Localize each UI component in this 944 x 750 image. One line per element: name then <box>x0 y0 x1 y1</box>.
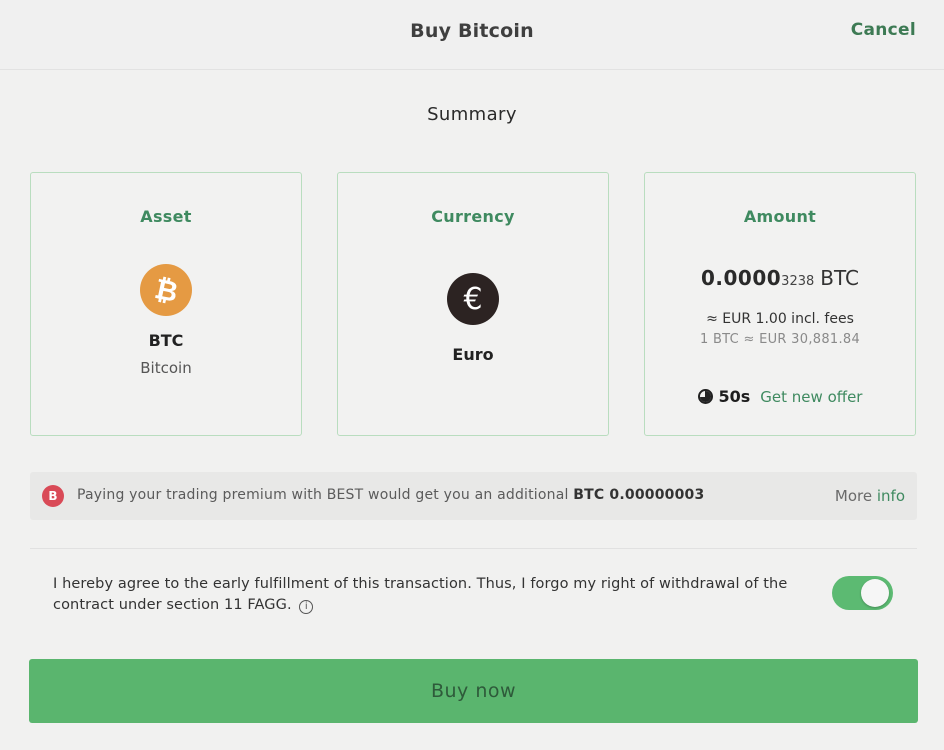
asset-name: Bitcoin <box>140 359 192 377</box>
currency-card: Currency € Euro <box>337 172 609 436</box>
best-token-glyph: B <box>48 489 58 503</box>
bitcoin-glyph: ₿ <box>151 271 181 309</box>
withdrawal-agreement-text: I hereby agree to the early fulfillment … <box>53 574 813 616</box>
bitcoin-icon: ₿ <box>140 264 192 316</box>
asset-card-label: Asset <box>140 207 192 226</box>
euro-glyph: € <box>463 281 483 317</box>
premium-message: Paying your trading premium with BEST wo… <box>77 487 704 503</box>
premium-bonus-amount: BTC 0.00000003 <box>573 487 705 503</box>
premium-banner: B Paying your trading premium with BEST … <box>30 472 917 520</box>
header: Buy Bitcoin Cancel <box>0 0 944 70</box>
agreement-toggle[interactable] <box>832 576 893 610</box>
get-new-offer-link[interactable]: Get new offer <box>760 388 862 406</box>
offer-countdown: 50s <box>718 387 751 406</box>
info-icon[interactable]: i <box>299 600 314 614</box>
more-info-label-info: info <box>876 487 905 505</box>
euro-icon: € <box>447 273 499 325</box>
more-info-link[interactable]: More info <box>835 487 905 505</box>
divider <box>30 548 917 549</box>
summary-heading: Summary <box>427 104 517 125</box>
amount-value-small-digits: 3238 <box>781 274 815 289</box>
timer-icon <box>697 389 713 404</box>
amount-card: Amount 0.00003238 BTC ≈ EUR 1.00 incl. fe… <box>644 172 916 436</box>
asset-symbol: BTC <box>148 331 184 350</box>
exchange-rate: 1 BTC ≈ EUR 30,881.84 <box>699 332 861 347</box>
buy-bitcoin-screen: Buy Bitcoin Cancel Summary Asset ₿ BTC B… <box>0 0 944 750</box>
amount-card-label: Amount <box>743 207 817 226</box>
toggle-knob <box>861 579 889 607</box>
offer-timer-row: 50s Get new offer <box>645 387 915 406</box>
amount-value-main: 0.0000 <box>700 266 782 290</box>
amount-fee: ≈ EUR 1.00 incl. fees <box>706 311 854 327</box>
agreement-text: I hereby agree to the early fulfillment … <box>53 576 788 613</box>
buy-now-button[interactable]: Buy now <box>29 659 918 723</box>
best-token-icon: B <box>42 485 64 507</box>
page-title: Buy Bitcoin <box>410 20 534 42</box>
currency-card-label: Currency <box>431 207 515 226</box>
currency-name: Euro <box>452 345 494 364</box>
premium-message-text: Paying your trading premium with BEST wo… <box>77 487 569 503</box>
buy-now-label: Buy now <box>430 680 517 702</box>
asset-card: Asset ₿ BTC Bitcoin <box>30 172 302 436</box>
amount-value: 0.00003238 BTC <box>645 266 915 290</box>
more-info-label-more: More <box>834 487 873 505</box>
cancel-button[interactable]: Cancel <box>851 20 916 40</box>
amount-unit: BTC <box>820 266 859 290</box>
